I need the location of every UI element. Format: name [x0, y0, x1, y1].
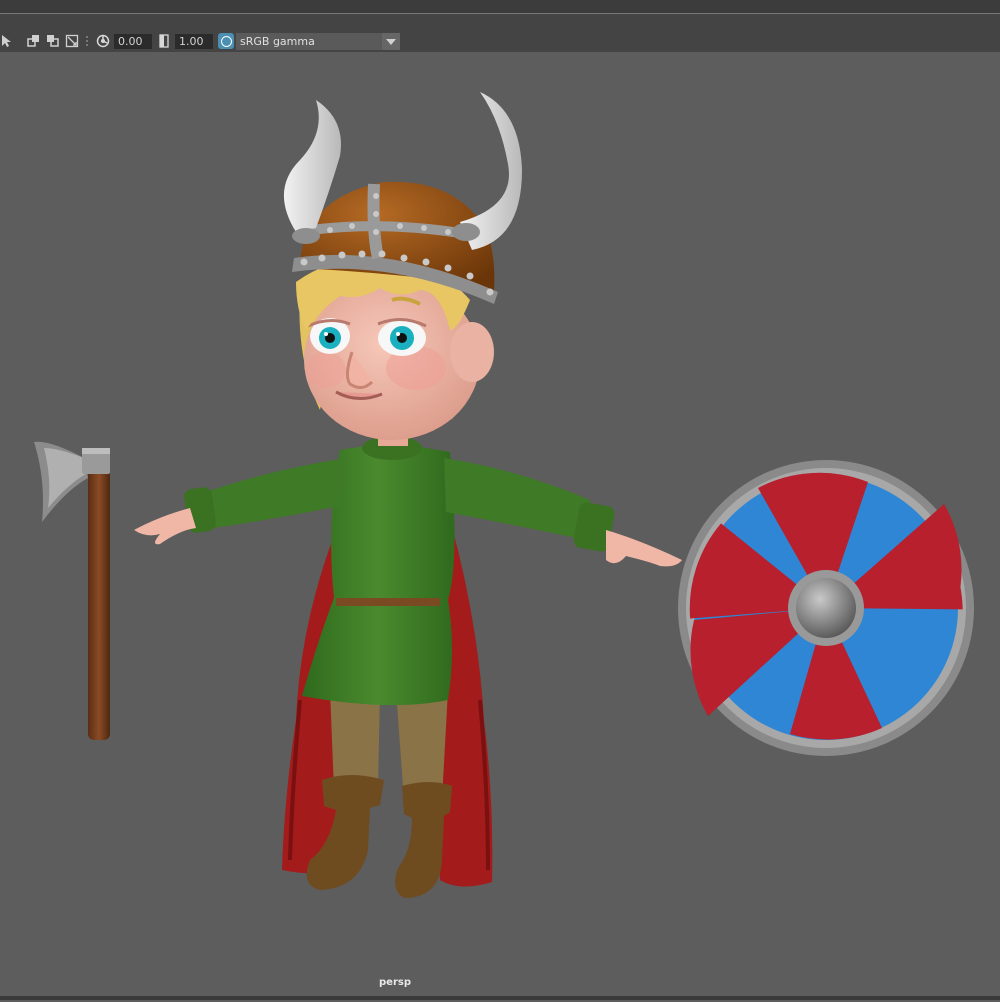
wireframe-icon[interactable]: [64, 33, 80, 49]
chevron-down-icon[interactable]: [382, 33, 400, 50]
menu-bar: [0, 0, 1000, 14]
toolbar-separator: [84, 33, 90, 49]
boots: [306, 775, 452, 898]
round-shield[interactable]: [678, 460, 974, 756]
battle-axe[interactable]: [34, 441, 110, 740]
gamma-icon[interactable]: [156, 33, 172, 49]
gamma-field[interactable]: 1.00: [175, 34, 213, 49]
exposure-field[interactable]: 0.00: [114, 34, 152, 49]
exposure-icon[interactable]: [95, 33, 111, 49]
perspective-viewport[interactable]: [0, 52, 1000, 998]
select-camera-icon[interactable]: [0, 33, 12, 49]
color-management-icon[interactable]: [218, 33, 234, 49]
left-arm: [134, 458, 346, 545]
right-arm: [444, 458, 682, 567]
isolate-icon[interactable]: [26, 33, 42, 49]
viewport-bottom-border: [0, 996, 1000, 1000]
xray-icon[interactable]: [45, 33, 61, 49]
camera-name-label: persp: [379, 977, 411, 988]
view-transform-dropdown[interactable]: sRGB gamma: [236, 33, 400, 50]
view-transform-label: sRGB gamma: [240, 35, 315, 48]
